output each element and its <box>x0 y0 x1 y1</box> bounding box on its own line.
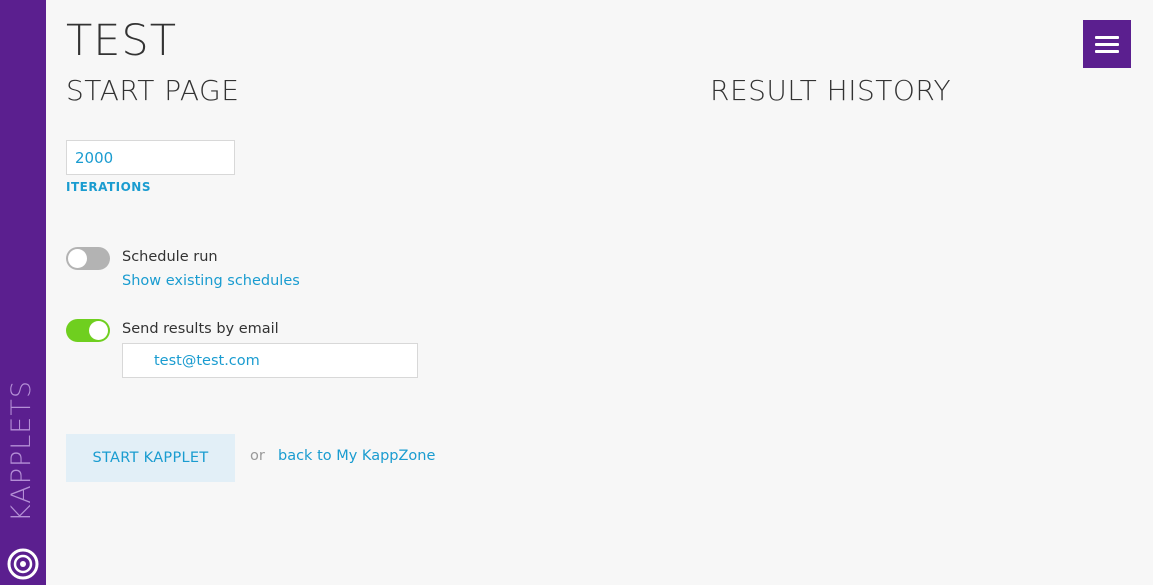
show-existing-schedules-link[interactable]: Show existing schedules <box>122 273 300 289</box>
toggle-knob <box>89 321 108 340</box>
menu-button[interactable] <box>1083 20 1131 68</box>
hamburger-menu-icon <box>1095 49 1119 53</box>
iterations-label: ITERATIONS <box>66 180 151 194</box>
start-kapplet-button[interactable]: START KAPPLET <box>66 434 235 482</box>
hamburger-menu-icon <box>1095 35 1119 39</box>
back-to-kappzone-link[interactable]: back to My KappZone <box>278 448 435 464</box>
app-title: TEST <box>66 16 177 66</box>
sidebar: KAPPLETS <box>0 0 46 585</box>
send-email-label: Send results by email <box>122 321 279 337</box>
send-email-toggle[interactable] <box>66 319 110 342</box>
result-history-title: RESULT HISTORY <box>710 74 952 107</box>
kapplets-logo-icon[interactable] <box>7 548 39 580</box>
hamburger-menu-icon <box>1095 42 1119 46</box>
sidebar-label: KAPPLETS <box>6 380 37 522</box>
iterations-input[interactable] <box>66 140 235 175</box>
email-input[interactable] <box>122 343 418 378</box>
schedule-run-toggle[interactable] <box>66 247 110 270</box>
or-text: or <box>250 448 265 464</box>
schedule-run-label: Schedule run <box>122 249 218 265</box>
start-page-title: START PAGE <box>66 74 240 107</box>
toggle-knob <box>68 249 87 268</box>
